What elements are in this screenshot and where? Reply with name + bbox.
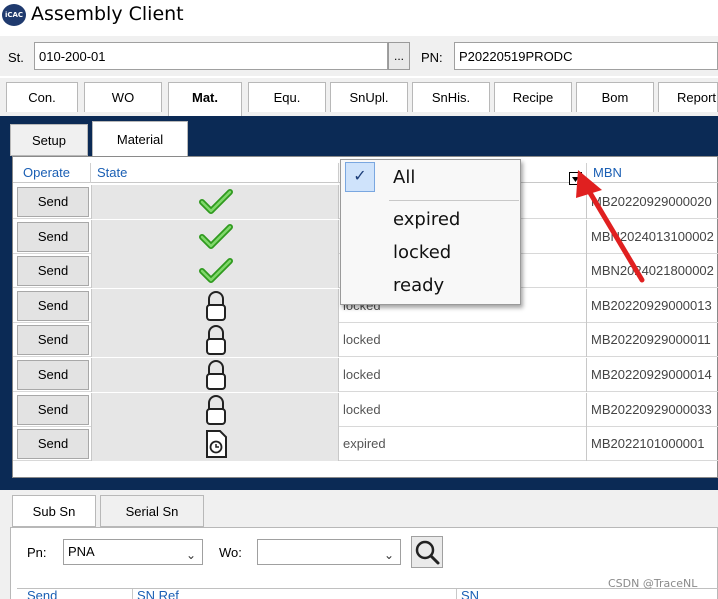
mbn-cell: MBN2024013100002 [591,228,714,244]
filter-option-locked[interactable]: locked [341,237,521,269]
station-row: St. 010-200-01 ... PN: P20220519PRODC [0,36,718,76]
send-button[interactable]: Send [17,360,89,390]
filter-dropdown-icon[interactable] [569,172,582,185]
chevron-down-icon: ⌄ [383,548,394,562]
send-button[interactable]: Send [17,429,89,460]
header-sn[interactable]: SN [457,589,718,599]
check-icon [198,256,234,286]
tab-mat[interactable]: Mat. [168,82,242,116]
send-button[interactable]: Send [17,221,89,252]
send-button[interactable]: Send [17,187,89,217]
filter-option-expired[interactable]: expired [341,204,521,236]
tab-con[interactable]: Con. [6,82,78,112]
header-sn-ref[interactable]: SN Ref [133,589,457,599]
status-cell: locked [339,323,587,358]
tab-recipe[interactable]: Recipe [494,82,572,112]
header-send[interactable]: Send [23,589,133,599]
send-button[interactable]: Send [17,256,89,287]
pn-combo-value: PNA [68,544,95,559]
mbn-cell: MBN2024021800002 [591,263,714,279]
filter-option-all[interactable]: All [341,162,521,194]
state-cell [91,392,339,427]
search-button[interactable] [411,536,443,568]
wo-combo[interactable]: ⌄ [257,539,401,565]
sub-tab-strip: Setup Material [8,120,718,157]
tab-serial-sn[interactable]: Serial Sn [100,495,204,527]
status-cell: locked [339,358,587,392]
state-cell [91,358,339,392]
header-state[interactable]: State [91,163,339,183]
main-tab-strip: Con. WO Mat. Equ. SnUpl. SnHis. Recipe B… [0,78,718,116]
send-button[interactable]: Send [17,290,89,321]
state-cell [91,323,339,358]
tab-setup[interactable]: Setup [10,124,88,156]
browse-button[interactable]: ... [388,42,410,70]
state-filter-dropdown: ✓ All expired locked ready [340,159,521,305]
search-icon [415,540,440,565]
tab-bom[interactable]: Bom [576,82,654,112]
tab-sub-sn[interactable]: Sub Sn [12,495,96,527]
pn-field[interactable]: P20220519PRODC [454,42,718,70]
send-button[interactable]: Send [17,325,89,356]
tab-equ[interactable]: Equ. [248,82,326,112]
wo-filter-label: Wo: [219,545,242,560]
app-logo-icon: iCAC [2,4,26,26]
st-label: St. [8,50,24,65]
title-bar: iCAC Assembly Client [0,0,718,30]
tab-snupl[interactable]: SnUpl. [330,82,408,112]
table-row: Send expired MB2022101000001 [13,427,718,462]
pn-filter-label: Pn: [27,545,47,560]
state-cell [91,254,339,289]
table-row: Send locked MB20220929000033 [13,392,718,427]
status-cell: locked [339,392,587,427]
filter-option-ready[interactable]: ready [341,270,521,302]
header-mbn[interactable]: MBN [587,163,718,183]
pn-label: PN: [421,50,443,65]
app-title: Assembly Client [31,3,184,25]
state-cell [91,288,339,323]
expired-doc-icon [198,429,234,459]
lock-icon [198,360,234,390]
dropdown-separator [389,200,519,201]
tab-snhis[interactable]: SnHis. [412,82,490,112]
pn-combo[interactable]: PNA ⌄ [63,539,203,565]
chevron-down-icon: ⌄ [185,548,196,562]
mbn-cell: MB20220929000033 [591,401,712,417]
header-operate[interactable]: Operate [17,163,91,183]
send-button[interactable]: Send [17,394,89,425]
lock-icon [198,394,234,425]
table-row: Send locked MB20220929000014 [13,358,718,392]
mbn-cell: MB20220929000013 [591,297,712,313]
state-cell [91,219,339,254]
st-field[interactable]: 010-200-01 [34,42,388,70]
mbn-cell: MB2022101000001 [591,436,705,452]
check-icon [198,187,234,217]
mbn-cell: MB20220929000014 [591,367,712,382]
tab-wo[interactable]: WO [84,82,162,112]
status-cell: expired [339,427,587,462]
mbn-cell: MB20220929000020 [591,194,712,209]
lock-icon [198,325,234,356]
tab-report[interactable]: Report [658,82,718,112]
check-icon [198,222,234,252]
state-cell [91,185,339,219]
tab-material[interactable]: Material [92,121,188,157]
table-row: Send locked MB20220929000011 [13,323,718,358]
watermark: CSDN @TraceNL [608,577,698,590]
lock-icon [198,290,234,321]
mbn-cell: MB20220929000011 [591,332,711,348]
state-cell [91,427,339,462]
